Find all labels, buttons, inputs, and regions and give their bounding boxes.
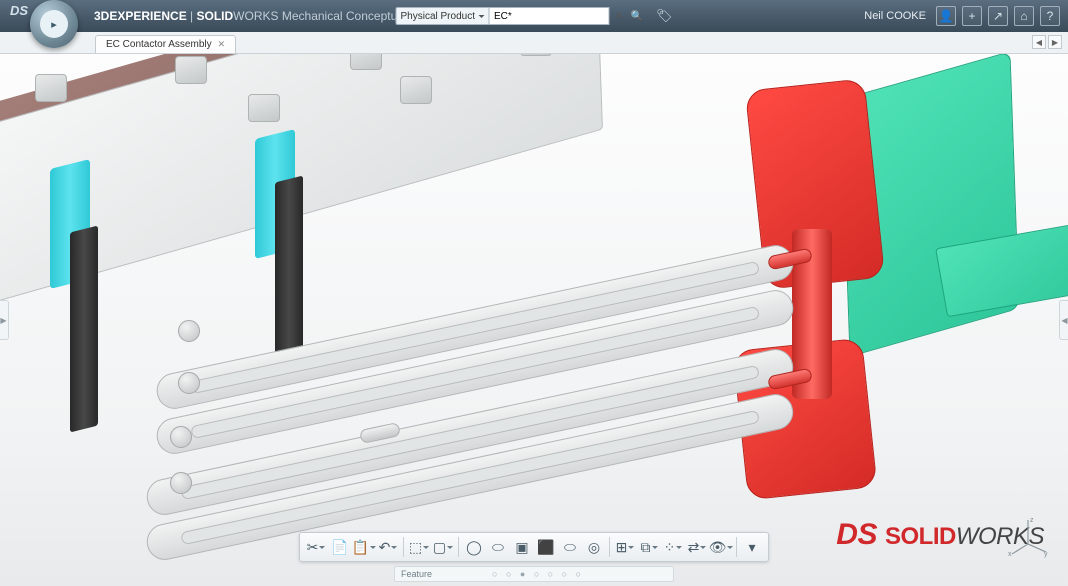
cube-icon[interactable]: ▣ (510, 535, 534, 559)
model-view (0, 54, 1068, 586)
app-header: DS ▸ 3DEXPERIENCE | SOLIDWORKS Mechanica… (0, 0, 1068, 32)
feature-dots: ○ ○ ● ○ ○ ○ ○ (492, 569, 584, 579)
play-icon: ▸ (40, 10, 68, 38)
primitive-icon[interactable]: ▢ (431, 535, 455, 559)
axis-y-label: y (1044, 551, 1048, 558)
graphics-viewport[interactable]: ▶ ◀ DS SOLIDWORKS z y x ✂📄📋↶⬚▢◯⬭▣⬛⬭◎⊞⧉⁘⇄… (0, 54, 1068, 586)
capsule-icon[interactable]: ⬭ (558, 535, 582, 559)
move-icon[interactable]: ⇄ (685, 535, 709, 559)
cylinder-icon[interactable]: ◎ (582, 535, 606, 559)
view-icon[interactable]: 👁 (709, 535, 733, 559)
mate-icon[interactable]: ⧉ (637, 535, 661, 559)
user-name: Neil COOKE (864, 10, 926, 22)
search-clear-icon[interactable]: ✕ (610, 7, 628, 25)
axis-x-label: x (1008, 551, 1012, 558)
paste-icon[interactable]: 📋 (352, 535, 376, 559)
tab-label: EC Contactor Assembly (106, 39, 212, 50)
tab-nav: ◀ ▶ (1032, 35, 1062, 49)
ds-logo-text: DS (10, 3, 28, 18)
toolbar-separator (458, 537, 459, 557)
search-input[interactable] (490, 7, 610, 25)
ds-logo-icon: DS (836, 518, 877, 552)
toolbar-separator (736, 537, 737, 557)
tab-prev-button[interactable]: ◀ (1032, 35, 1046, 49)
undo-icon[interactable]: ↶ (376, 535, 400, 559)
circle-icon[interactable]: ◯ (462, 535, 486, 559)
box-icon[interactable]: ⬛ (534, 535, 558, 559)
axis-z-label: z (1030, 517, 1034, 524)
tab-strip: EC Contactor Assembly ✕ ◀ ▶ (0, 32, 1068, 54)
search-group: Physical Product ✕ 🔍 🏷 (396, 6, 673, 26)
app-title: 3DEXPERIENCE | SOLIDWORKS Mechanical Con… (94, 9, 407, 23)
ellipse-icon[interactable]: ⬭ (486, 535, 510, 559)
toolbar-separator (609, 537, 610, 557)
left-panel-handle[interactable]: ▶ (0, 300, 9, 340)
help-button[interactable]: ? (1040, 6, 1060, 26)
expand-icon[interactable]: ▾ (740, 535, 764, 559)
add-button[interactable]: + (962, 6, 982, 26)
user-profile-button[interactable]: 👤 (936, 6, 956, 26)
close-icon[interactable]: ✕ (218, 39, 226, 50)
search-type-dropdown[interactable]: Physical Product (396, 7, 490, 25)
feature-bar[interactable]: Feature ○ ○ ● ○ ○ ○ ○ (394, 566, 674, 582)
home-button[interactable]: ⌂ (1014, 6, 1034, 26)
header-right: Neil COOKE 👤 + ↗ ⌂ ? (864, 6, 1060, 26)
compass-button[interactable]: ▸ (30, 0, 78, 48)
tab-next-button[interactable]: ▶ (1048, 35, 1062, 49)
toolbar-separator (403, 537, 404, 557)
right-panel-handle[interactable]: ◀ (1059, 300, 1068, 340)
search-go-icon[interactable]: 🔍 (628, 7, 646, 25)
tag-icon[interactable]: 🏷 (656, 8, 673, 24)
feature-label: Feature (401, 569, 432, 579)
cut-icon[interactable]: ✂ (304, 535, 328, 559)
orientation-triad[interactable]: z y x (1008, 516, 1048, 556)
assembly-icon[interactable]: ⊞ (613, 535, 637, 559)
new-part-icon[interactable]: ⬚ (407, 535, 431, 559)
share-button[interactable]: ↗ (988, 6, 1008, 26)
copy-icon[interactable]: 📄 (328, 535, 352, 559)
heads-up-toolbar: ✂📄📋↶⬚▢◯⬭▣⬛⬭◎⊞⧉⁘⇄👁▾ (299, 532, 769, 562)
document-tab[interactable]: EC Contactor Assembly ✕ (95, 35, 236, 53)
pattern-icon[interactable]: ⁘ (661, 535, 685, 559)
